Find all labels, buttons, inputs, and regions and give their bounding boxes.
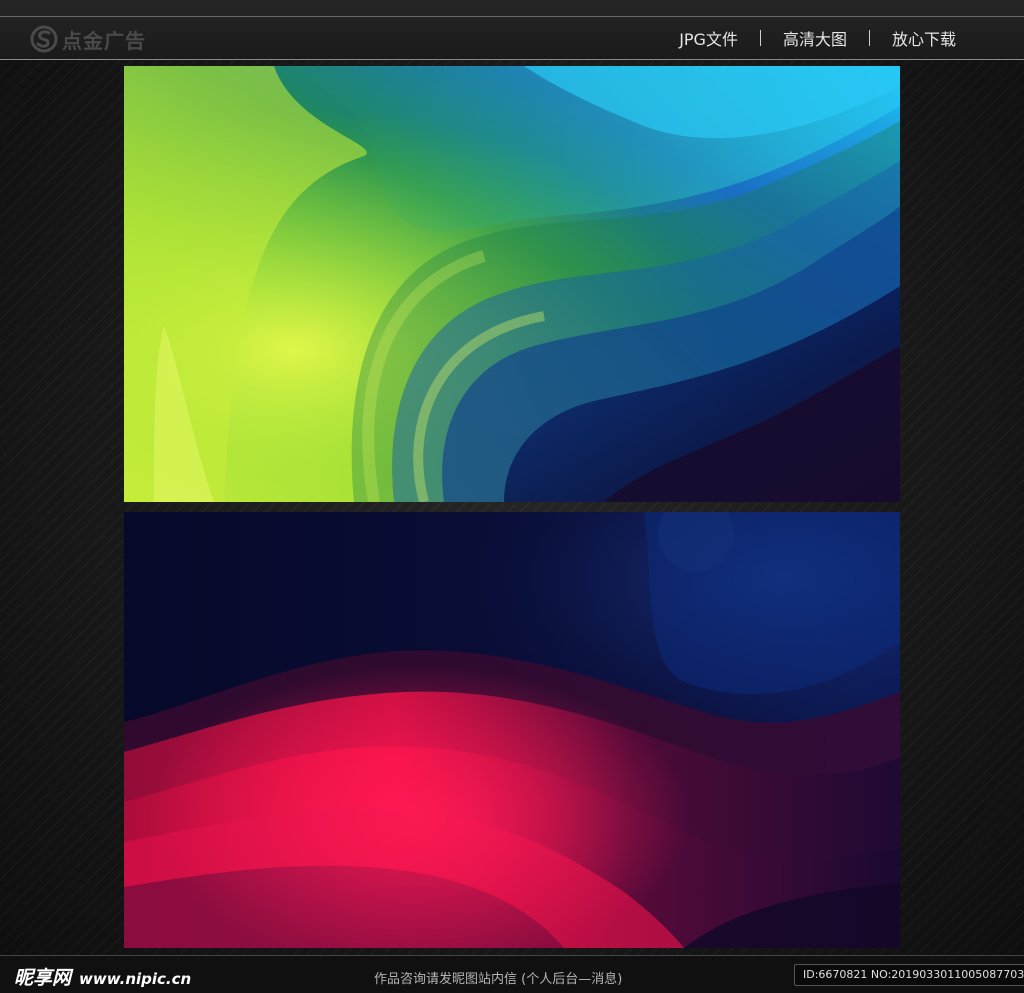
top-header: 点金广告 JPG文件 高清大图 放心下载 (0, 0, 1024, 60)
page: 点金广告 JPG文件 高清大图 放心下载 昵享网 www.nipic.cn 作品… (0, 0, 1024, 993)
image-id-label: ID:6670821 NO:20190330110050877032 (794, 964, 1024, 986)
brand-name: 昵享网 (14, 967, 72, 989)
nav-item-download[interactable]: 放心下载 (892, 26, 956, 50)
nav-item-hd-image[interactable]: 高清大图 (783, 26, 847, 50)
red-navy-wave-image (124, 512, 900, 948)
contact-notice: 作品咨询请发昵图站内信 (个人后台—消息) (374, 972, 623, 987)
brand-url: www.nipic.cn (79, 970, 192, 988)
red-navy-wave-panel (124, 512, 900, 948)
nav-item-jpg-file[interactable]: JPG文件 (679, 26, 738, 50)
header-divider-top (0, 16, 1024, 17)
footer-divider (0, 955, 1024, 956)
nav-separator (868, 30, 870, 46)
s-swirl-icon (30, 25, 58, 53)
logo-text: 点金广告 (62, 28, 146, 53)
nipic-brand[interactable]: 昵享网 www.nipic.cn (14, 963, 191, 990)
footer-bar: 昵享网 www.nipic.cn 作品咨询请发昵图站内信 (个人后台—消息) I… (0, 955, 1024, 993)
header-nav: JPG文件 高清大图 放心下载 (679, 26, 956, 50)
header-divider-bottom (0, 59, 1024, 60)
site-logo[interactable]: 点金广告 (30, 24, 146, 54)
nav-separator (759, 30, 761, 46)
green-blue-wave-panel (124, 66, 900, 502)
green-blue-wave-image (124, 66, 900, 502)
